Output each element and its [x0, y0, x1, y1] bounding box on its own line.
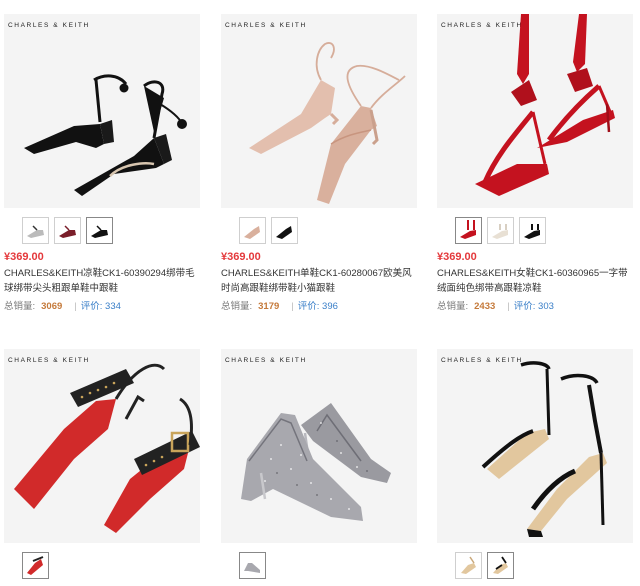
reviews-label: 评价: [513, 301, 536, 312]
sales-label: 总销量: [221, 301, 253, 312]
reviews-count: 334 [105, 301, 121, 312]
product-stats: 总销量: 2433 | 评价: 303 [437, 298, 554, 312]
shoe-thumbnail-icon [276, 226, 292, 239]
thumb-silver-variant[interactable] [239, 552, 266, 579]
shoe-thumbnail-icon [492, 224, 508, 239]
shoe-thumbnail-icon [493, 556, 508, 574]
stats-divider: | [74, 301, 77, 312]
reviews-link[interactable]: 评价: 396 [298, 301, 338, 312]
red-studded-buckle-slingback-icon [14, 363, 200, 533]
thumb-nude-variant[interactable] [239, 217, 266, 244]
shoe-thumbnail-icon [27, 225, 44, 238]
shoe-thumbnail-icon [524, 224, 540, 239]
product-image[interactable]: CHARLES & KEITH [4, 14, 200, 208]
shoe-thumbnail-icon [59, 225, 76, 238]
color-variant-list [239, 217, 303, 244]
sales-count: 3069 [41, 301, 63, 312]
reviews-count: 396 [322, 301, 338, 312]
shoe-thumbnail-icon [461, 556, 476, 574]
thumb-nude-variant[interactable] [455, 552, 482, 579]
product-image[interactable]: CHARLES & KEITH [221, 349, 417, 543]
product-image[interactable]: CHARLES & KEITH [437, 14, 633, 208]
reviews-count: 303 [538, 301, 554, 312]
reviews-label: 评价: [80, 301, 103, 312]
product-price: ¥369.00 [221, 251, 261, 263]
thumb-black-variant[interactable] [86, 217, 113, 244]
shoe-thumbnail-icon [91, 225, 108, 238]
product-title-link[interactable]: CHARLES&KEITH凉鞋CK1-60390294绑带毛球绑带尖头粗跟单鞋中… [4, 266, 204, 296]
shoe-thumbnail-icon [244, 226, 260, 239]
thumb-red-variant[interactable] [22, 552, 49, 579]
color-variant-list [22, 217, 118, 244]
black-lace-up-pom-pom-pump-icon [24, 74, 187, 196]
shoe-thumbnail-icon [460, 220, 476, 239]
sales-label: 总销量: [4, 301, 36, 312]
product-image[interactable]: CHARLES & KEITH [221, 14, 417, 208]
color-variant-list [22, 552, 54, 579]
thumb-red-variant[interactable] [455, 217, 482, 244]
sales-count: 2433 [474, 301, 496, 312]
sales-label: 总销量: [437, 301, 469, 312]
sales-count: 3179 [258, 301, 280, 312]
reviews-link[interactable]: 评价: 334 [81, 301, 121, 312]
shoe-thumbnail-icon [244, 563, 260, 573]
shoe-thumbnail-icon [27, 556, 44, 575]
red-ribbon-heel-sandal-icon [475, 14, 615, 196]
thumb-black-variant[interactable] [487, 552, 514, 579]
stats-divider: | [291, 301, 294, 312]
color-variant-list [455, 552, 519, 579]
product-stats: 总销量: 3069 | 评价: 334 [4, 298, 121, 312]
product-image[interactable]: CHARLES & KEITH [437, 349, 633, 543]
color-variant-list [455, 217, 551, 244]
silver-glitter-pump-icon [241, 403, 391, 521]
product-title-link[interactable]: CHARLES&KEITH单鞋CK1-60280067欧美风时尚高跟鞋绑带鞋小猫… [221, 266, 421, 296]
thumb-black-variant[interactable] [271, 217, 298, 244]
product-image[interactable]: CHARLES & KEITH [4, 349, 200, 543]
thumb-black-variant[interactable] [519, 217, 546, 244]
color-variant-list [239, 552, 271, 579]
thumb-white-variant[interactable] [22, 217, 49, 244]
nude-lace-up-kitten-heel-icon [249, 42, 406, 204]
product-price: ¥369.00 [4, 251, 44, 263]
product-stats: 总销量: 3179 | 评价: 396 [221, 298, 338, 312]
product-price: ¥369.00 [437, 251, 477, 263]
reviews-label: 评价: [297, 301, 320, 312]
reviews-link[interactable]: 评价: 303 [514, 301, 554, 312]
product-title-link[interactable]: CHARLES&KEITH女鞋CK1-60360965一字带绒面纯色绑带高跟鞋凉… [437, 266, 637, 296]
black-ankle-strap-sandal-icon [481, 361, 607, 537]
thumb-burgundy-variant[interactable] [54, 217, 81, 244]
thumb-white-variant[interactable] [487, 217, 514, 244]
stats-divider: | [507, 301, 510, 312]
